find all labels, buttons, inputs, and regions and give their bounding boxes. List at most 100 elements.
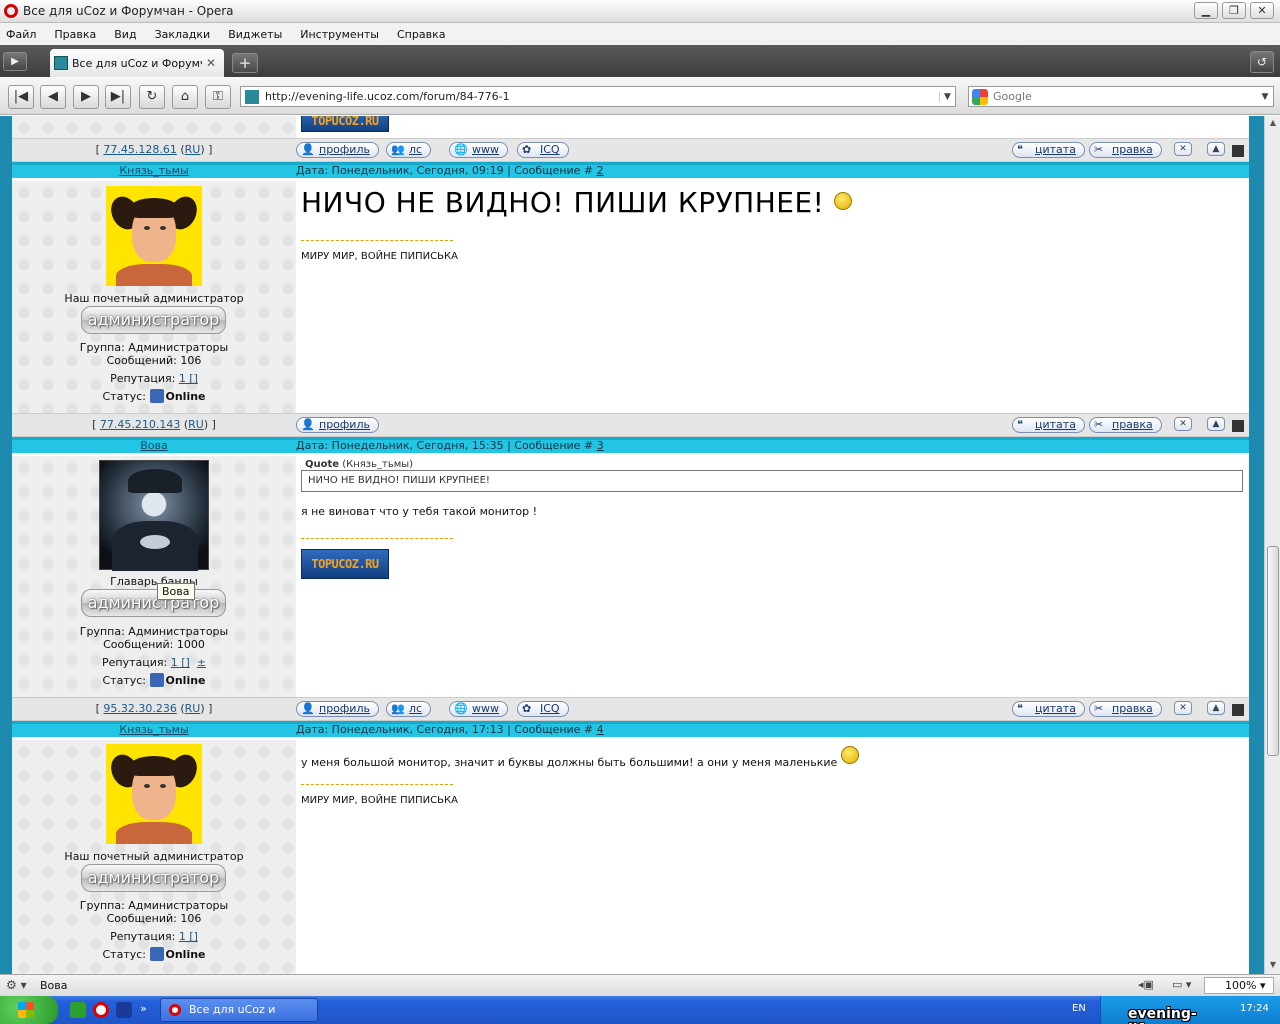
maximize-button[interactable]: ❐ [1222, 2, 1246, 19]
vertical-scrollbar[interactable]: ▲ ▼ [1264, 116, 1280, 974]
closed-tabs-icon[interactable]: ↺ [1250, 51, 1274, 73]
reputation-link[interactable]: 1 [] [179, 372, 198, 385]
panel-toggle-icon[interactable]: ▶ [3, 52, 27, 71]
view-options-icon[interactable]: ▭ ▾ [1172, 978, 1191, 991]
ip-link[interactable]: 77.45.210.143 [100, 418, 180, 431]
country-link[interactable]: RU [185, 143, 201, 156]
icq-button[interactable]: ✿ ICQ [517, 142, 569, 158]
delete-icon[interactable]: ✕ [1174, 417, 1192, 431]
post-number-link[interactable]: 3 [597, 439, 604, 452]
reputation-link[interactable]: 1 [] [179, 930, 198, 943]
www-button[interactable]: 🌐 www [449, 701, 508, 717]
scroll-up-icon[interactable]: ▲ [1267, 118, 1279, 130]
select-checkbox[interactable] [1232, 420, 1244, 432]
windows-logo-icon [18, 1002, 34, 1018]
scroll-top-icon[interactable]: ▲ [1207, 701, 1225, 715]
quicklaunch-media-icon[interactable] [116, 1002, 132, 1018]
google-icon[interactable] [972, 88, 988, 105]
delete-icon[interactable]: ✕ [1174, 701, 1192, 715]
start-button[interactable] [0, 996, 58, 1024]
pm-button[interactable]: 👥 лс [386, 142, 432, 158]
quote-button[interactable]: ❝ цитата [1012, 142, 1085, 158]
menu-view[interactable]: Вид [114, 28, 136, 41]
avatar[interactable] [106, 186, 202, 286]
topucoz-banner[interactable]: TOPUCOZ.RU [301, 116, 389, 132]
menu-tools[interactable]: Инструменты [300, 28, 379, 41]
scroll-top-icon[interactable]: ▲ [1207, 417, 1225, 431]
author-name[interactable]: Вова [12, 439, 296, 452]
icq-button[interactable]: ✿ ICQ [517, 701, 569, 717]
reputation-link[interactable]: 1 [] [171, 656, 190, 669]
menu-widgets[interactable]: Виджеты [228, 28, 282, 41]
www-button[interactable]: 🌐 www [449, 142, 508, 158]
zoom-control[interactable]: 100% ▾ [1204, 977, 1274, 994]
edit-button[interactable]: ✂ правка [1089, 417, 1162, 433]
profile-button[interactable]: 👤 профиль [296, 701, 379, 717]
edit-button[interactable]: ✂ правка [1089, 701, 1162, 717]
icq-flower-icon: ✿ [522, 702, 532, 715]
tab-close-icon[interactable]: ✕ [206, 56, 216, 70]
edit-button[interactable]: ✂ правка [1089, 142, 1162, 158]
topucoz-banner[interactable]: TOPUCOZ.RU [301, 549, 389, 579]
quicklaunch-opera-icon[interactable] [93, 1002, 109, 1018]
pm-button[interactable]: 👥 лс [386, 701, 432, 717]
quote-button[interactable]: ❝ цитата [1012, 417, 1085, 433]
fast-forward-button[interactable]: ▶| [105, 85, 131, 109]
select-checkbox[interactable] [1232, 704, 1244, 716]
select-checkbox[interactable] [1232, 145, 1244, 157]
author-name[interactable]: Князь_тьмы [12, 723, 296, 736]
profile-button[interactable]: 👤 профиль [296, 142, 379, 158]
taskbar: » Все для uCoz и Фору... EN 17:24 [0, 996, 1280, 1024]
avatar[interactable] [99, 460, 209, 571]
tab-active[interactable]: Все для uCoz и Форумч... ✕ [50, 49, 224, 77]
forward-button[interactable]: ▶ [73, 85, 99, 109]
author-name[interactable]: Князь_тьмы [12, 164, 296, 177]
taskbar-opera-window[interactable]: Все для uCoz и Фору... [160, 998, 318, 1022]
language-indicator[interactable]: EN [1072, 1003, 1086, 1014]
reputation: Репутация: 1 [] [110, 930, 198, 943]
menu-help[interactable]: Справка [397, 28, 445, 41]
ip-link[interactable]: 77.45.128.61 [103, 143, 176, 156]
security-icon[interactable]: ⚿ [205, 85, 231, 109]
reputation-change-link[interactable]: ± [197, 656, 206, 669]
profile-button[interactable]: 👤 профиль [296, 417, 379, 433]
menu-edit[interactable]: Правка [54, 28, 96, 41]
quicklaunch-more-icon[interactable]: » [140, 1002, 156, 1018]
country-link[interactable]: RU [185, 702, 201, 715]
search-box[interactable]: ▼ [968, 86, 1274, 107]
opera-logo-icon [4, 4, 18, 18]
reload-button[interactable]: ↻ [139, 85, 165, 109]
gear-icon[interactable]: ⚙ ▾ [6, 978, 27, 992]
new-tab-button[interactable]: + [232, 53, 258, 73]
minimize-button[interactable]: ▁ [1194, 2, 1218, 19]
close-button[interactable]: ✕ [1250, 2, 1274, 19]
scroll-down-icon[interactable]: ▼ [1267, 960, 1279, 972]
user-group: Группа: Администраторы [79, 625, 229, 638]
menu-file[interactable]: Файл [6, 28, 36, 41]
post-meta: Дата: Понедельник, Сегодня, 15:35 | Сооб… [296, 439, 604, 452]
rewind-button[interactable]: |◀ [8, 85, 34, 109]
country-link[interactable]: RU [188, 418, 204, 431]
page-tools-icon[interactable]: ◂▣ [1138, 978, 1154, 991]
address-dropdown-icon[interactable]: ▼ [939, 91, 955, 102]
menu-bookmarks[interactable]: Закладки [155, 28, 211, 41]
scroll-top-icon[interactable]: ▲ [1207, 142, 1225, 156]
address-bar[interactable]: http://evening-life.ucoz.com/forum/84-77… [240, 86, 956, 107]
home-button[interactable]: ⌂ [172, 85, 198, 109]
search-dropdown-icon[interactable]: ▼ [1257, 92, 1273, 102]
back-button[interactable]: ◀ [40, 85, 66, 109]
tooltip: Вова [157, 583, 195, 600]
avatar[interactable] [106, 744, 202, 844]
post-number-link[interactable]: 2 [597, 164, 604, 177]
quicklaunch-app-icon[interactable] [70, 1002, 86, 1018]
title-bar: Все для uCoz и Форумчан - Opera ▁ ❐ ✕ [0, 0, 1280, 23]
post-number-link[interactable]: 4 [597, 723, 604, 736]
search-input[interactable] [993, 90, 1257, 103]
ip-link[interactable]: 95.32.30.236 [103, 702, 176, 715]
scroll-thumb[interactable] [1267, 546, 1279, 756]
message-text: у меня большой монитор, значит и буквы д… [301, 746, 859, 769]
delete-icon[interactable]: ✕ [1174, 142, 1192, 156]
address-url[interactable]: http://evening-life.ucoz.com/forum/84-77… [265, 90, 939, 103]
quote-button[interactable]: ❝ цитата [1012, 701, 1085, 717]
user-status: Статус: Online [102, 947, 206, 961]
